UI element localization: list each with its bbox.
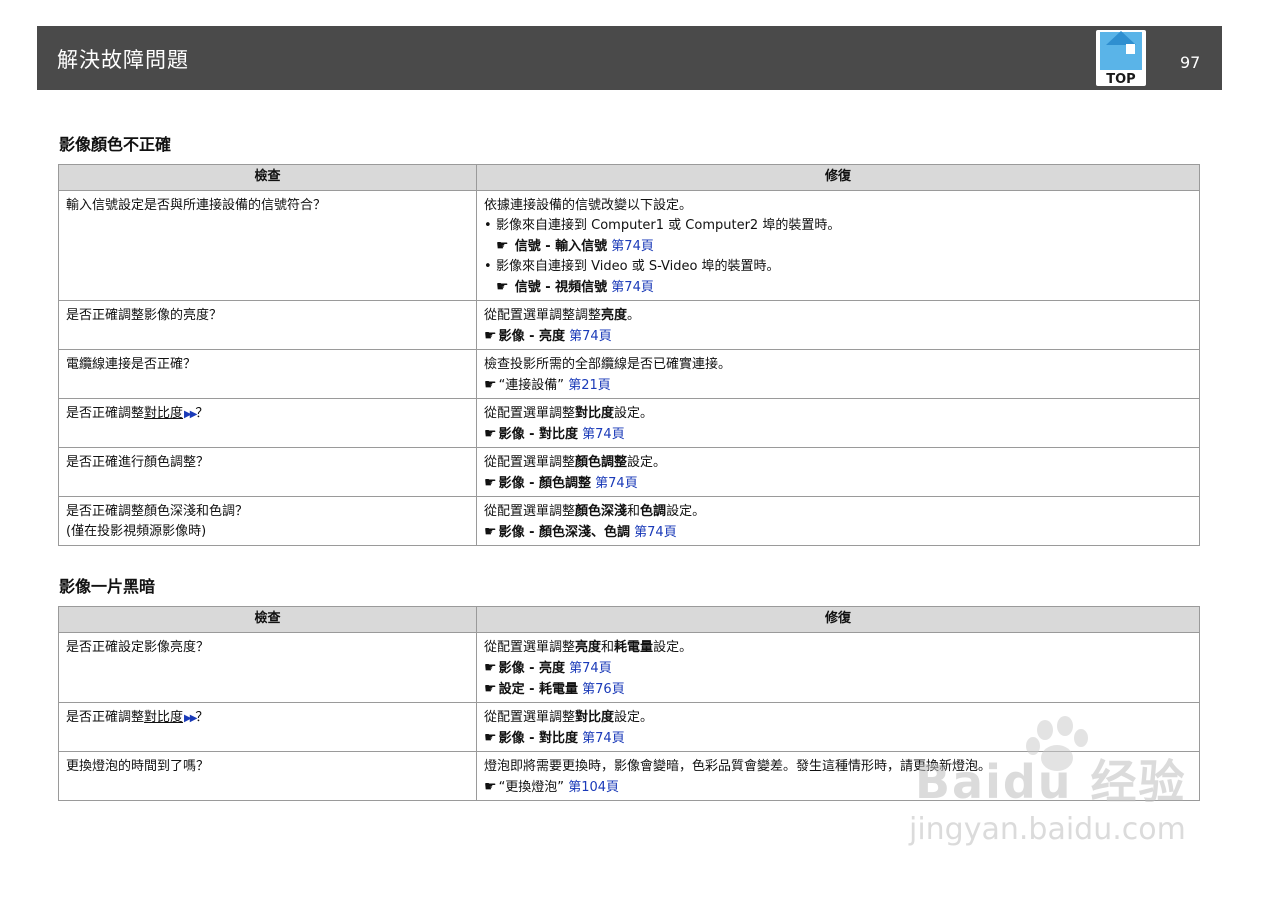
pointing-hand-icon: ☛ (484, 779, 497, 795)
top-button[interactable]: TOP (1096, 30, 1146, 87)
watermark-url: jingyan.baidu.com (909, 812, 1186, 847)
troubleshoot-table-dark: 檢查 修復 是否正確設定影像亮度？ 從配置選單調整亮度和耗電量設定。 ☛ 影像 -… (58, 606, 1200, 801)
pointing-hand-icon: ☛ (496, 279, 509, 295)
list-item: 影像來自連接到 Video 或 S-Video 埠的裝置時。 ☛ 信號 - 視頻… (484, 257, 1192, 298)
check-cell: 是否正確調整對比度▶▶？ (58, 702, 477, 752)
section-ref: “連接設備” (498, 378, 565, 393)
menu-ref: 影像 - 對比度 (498, 427, 579, 442)
pointing-hand-icon: ☛ (484, 426, 497, 442)
pointing-hand-icon: ☛ (484, 328, 497, 344)
page-link[interactable]: 第74頁 (611, 280, 654, 295)
check-cell: 更換燈泡的時間到了嗎？ (58, 751, 477, 801)
glossary-term[interactable]: 對比度 (144, 406, 183, 421)
section-title-dark: 影像一片黑暗 (59, 577, 156, 596)
double-arrow-icon[interactable]: ▶▶ (184, 713, 197, 724)
check-cell: 是否正確調整對比度▶▶？ (58, 398, 477, 448)
fix-cell: 從配置選單調整顏色深淺和色調設定。 ☛ 影像 - 顏色深淺、色調 第74頁 (476, 496, 1200, 546)
section-title-color: 影像顏色不正確 (59, 135, 172, 154)
table-row: 是否正確進行顏色調整？ 從配置選單調整顏色調整設定。 ☛ 影像 - 顏色調整 第7… (58, 447, 1200, 497)
fix-list: 影像來自連接到 Computer1 或 Computer2 埠的裝置時。 ☛ 信… (484, 216, 1192, 298)
fix-cell: 從配置選單調整對比度設定。 ☛ 影像 - 對比度 第74頁 (476, 398, 1200, 448)
pointing-hand-icon: ☛ (484, 730, 497, 746)
col-check-header: 檢查 (58, 606, 477, 633)
page-link[interactable]: 第74頁 (582, 731, 625, 746)
table-row: 更換燈泡的時間到了嗎？ 燈泡即將需要更換時，影像會變暗，色彩品質會變差。發生這種… (58, 751, 1200, 801)
home-icon (1100, 31, 1142, 70)
col-fix-header: 修復 (476, 606, 1200, 633)
table-row: 輸入信號設定是否與所連接設備的信號符合？ 依據連接設備的信號改變以下設定。 影像… (58, 190, 1200, 301)
fix-cell: 檢查投影所需的全部纜線是否已確實連接。 ☛ “連接設備” 第21頁 (476, 349, 1200, 399)
page-link[interactable]: 第74頁 (595, 476, 638, 491)
page-link[interactable]: 第21頁 (568, 378, 611, 393)
menu-ref: 設定 - 耗電量 (498, 682, 579, 697)
col-fix-header: 修復 (476, 164, 1200, 191)
table-row: 電纜線連接是否正確？ 檢查投影所需的全部纜線是否已確實連接。 ☛ “連接設備” 第… (58, 349, 1200, 399)
section-ref: “更換燈泡” (498, 780, 565, 795)
menu-ref: 影像 - 對比度 (498, 731, 579, 746)
check-cell: 是否正確調整顏色深淺和色調？ (僅在投影視頻源影像時) (58, 496, 477, 546)
menu-ref: 影像 - 亮度 (498, 329, 566, 344)
table-header-row: 檢查 修復 (58, 606, 1200, 633)
page-link[interactable]: 第74頁 (582, 427, 625, 442)
fix-cell: 從配置選單調整對比度設定。 ☛ 影像 - 對比度 第74頁 (476, 702, 1200, 752)
page-link[interactable]: 第74頁 (569, 661, 612, 676)
fix-cell: 燈泡即將需要更換時，影像會變暗，色彩品質會變差。發生這種情形時，請更換新燈泡。 … (476, 751, 1200, 801)
table-row: 是否正確調整對比度▶▶？ 從配置選單調整對比度設定。 ☛ 影像 - 對比度 第74… (58, 702, 1200, 752)
fix-cell: 依據連接設備的信號改變以下設定。 影像來自連接到 Computer1 或 Com… (476, 190, 1200, 301)
col-check-header: 檢查 (58, 164, 477, 191)
fix-cell: 從配置選單調整亮度和耗電量設定。 ☛ 影像 - 亮度 第74頁 ☛ 設定 - 耗電量… (476, 632, 1200, 703)
table-header-row: 檢查 修復 (58, 164, 1200, 191)
double-arrow-icon[interactable]: ▶▶ (184, 409, 197, 420)
menu-ref: 信號 - 輸入信號 (514, 239, 608, 254)
pointing-hand-icon: ☛ (484, 377, 497, 393)
pointing-hand-icon: ☛ (484, 660, 497, 676)
list-item: 影像來自連接到 Computer1 或 Computer2 埠的裝置時。 ☛ 信… (484, 216, 1192, 257)
fix-cell: 從配置選單調整調整亮度。 ☛ 影像 - 亮度 第74頁 (476, 300, 1200, 350)
menu-ref: 影像 - 顏色調整 (498, 476, 592, 491)
page-number: 97 (1180, 53, 1201, 72)
pointing-hand-icon: ☛ (484, 475, 497, 491)
table-row: 是否正確調整顏色深淺和色調？ (僅在投影視頻源影像時) 從配置選單調整顏色深淺和… (58, 496, 1200, 546)
page-link[interactable]: 第76頁 (582, 682, 625, 697)
table-row: 是否正確設定影像亮度？ 從配置選單調整亮度和耗電量設定。 ☛ 影像 - 亮度 第7… (58, 632, 1200, 703)
menu-ref: 影像 - 亮度 (498, 661, 566, 676)
glossary-term[interactable]: 對比度 (144, 710, 183, 725)
top-label: TOP (1106, 72, 1136, 87)
page-link[interactable]: 第74頁 (611, 239, 654, 254)
page-header: 解決故障問題 TOP 97 (37, 26, 1222, 90)
page-link[interactable]: 第104頁 (568, 780, 619, 795)
check-cell: 輸入信號設定是否與所連接設備的信號符合？ (58, 190, 477, 301)
pointing-hand-icon: ☛ (484, 524, 497, 540)
menu-ref: 信號 - 視頻信號 (514, 280, 608, 295)
check-cell: 是否正確調整影像的亮度？ (58, 300, 477, 350)
pointing-hand-icon: ☛ (496, 238, 509, 254)
menu-ref: 影像 - 顏色深淺、色調 (498, 525, 631, 540)
check-cell: 是否正確進行顏色調整？ (58, 447, 477, 497)
page-link[interactable]: 第74頁 (569, 329, 612, 344)
pointing-hand-icon: ☛ (484, 681, 497, 697)
fix-text: 依據連接設備的信號改變以下設定。 (484, 198, 693, 213)
check-note: (僅在投影視頻源影像時) (66, 524, 207, 539)
check-cell: 電纜線連接是否正確？ (58, 349, 477, 399)
fix-cell: 從配置選單調整顏色調整設定。 ☛ 影像 - 顏色調整 第74頁 (476, 447, 1200, 497)
page-link[interactable]: 第74頁 (634, 525, 677, 540)
check-cell: 是否正確設定影像亮度？ (58, 632, 477, 703)
table-row: 是否正確調整對比度▶▶？ 從配置選單調整對比度設定。 ☛ 影像 - 對比度 第74… (58, 398, 1200, 448)
check-text: 輸入信號設定是否與所連接設備的信號符合？ (66, 198, 327, 213)
troubleshoot-table-color: 檢查 修復 輸入信號設定是否與所連接設備的信號符合？ 依據連接設備的信號改變以下… (58, 164, 1200, 546)
page-title: 解決故障問題 (57, 48, 189, 72)
table-row: 是否正確調整影像的亮度？ 從配置選單調整調整亮度。 ☛ 影像 - 亮度 第74頁 (58, 300, 1200, 350)
